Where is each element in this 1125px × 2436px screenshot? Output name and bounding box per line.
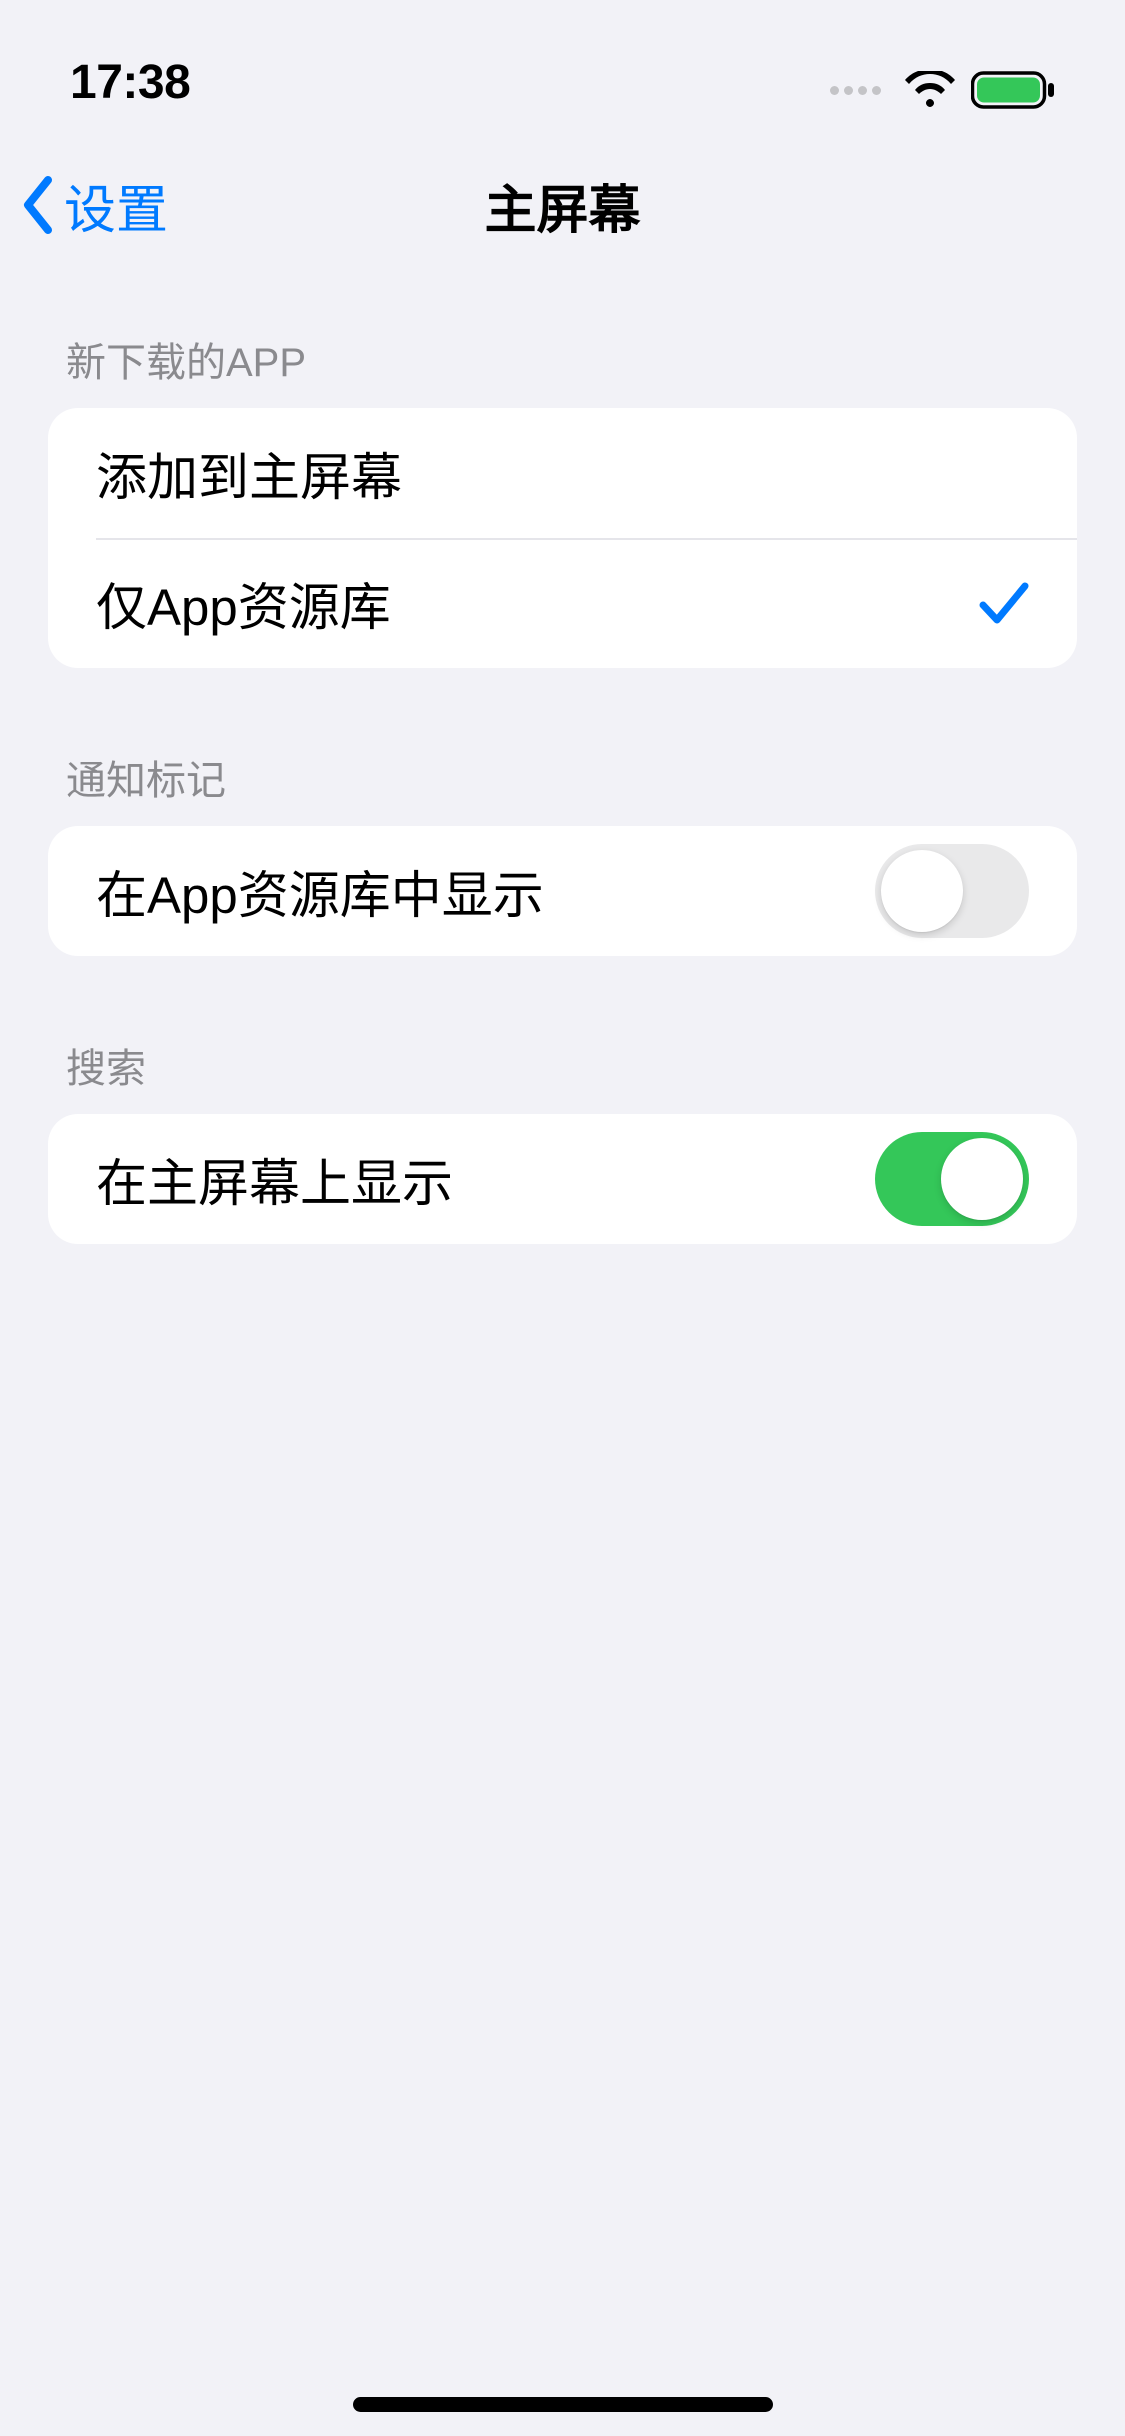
group-search: 在主屏幕上显示: [48, 1114, 1077, 1244]
option-app-library-only[interactable]: 仅App资源库: [48, 538, 1077, 668]
back-label: 设置: [64, 168, 168, 243]
back-button[interactable]: 设置: [18, 168, 168, 243]
chevron-left-icon: [18, 175, 58, 235]
wifi-icon: [905, 71, 955, 109]
row-label: 在App资源库中显示: [96, 854, 544, 928]
toggle-show-on-home-screen[interactable]: [875, 1132, 1029, 1226]
group-badges: 在App资源库中显示: [48, 826, 1077, 956]
nav-bar: 设置 主屏幕: [0, 140, 1125, 270]
toggle-knob: [941, 1138, 1023, 1220]
page-title: 主屏幕: [0, 168, 1125, 243]
row-show-in-app-library: 在App资源库中显示: [48, 826, 1077, 956]
group-new-apps: 添加到主屏幕 仅App资源库: [48, 408, 1077, 668]
status-right: [830, 70, 1055, 110]
row-label: 仅App资源库: [96, 566, 391, 640]
row-show-on-home-screen: 在主屏幕上显示: [48, 1114, 1077, 1244]
battery-icon: [971, 70, 1055, 110]
checkmark-icon: [979, 580, 1029, 626]
section-header-badges: 通知标记: [48, 668, 1077, 826]
toggle-knob: [881, 850, 963, 932]
signal-dots-icon: [830, 86, 881, 95]
status-time: 17:38: [70, 55, 190, 110]
option-add-to-home-screen[interactable]: 添加到主屏幕: [48, 408, 1077, 538]
section-header-search: 搜索: [48, 956, 1077, 1114]
status-bar: 17:38: [0, 0, 1125, 140]
toggle-show-in-app-library[interactable]: [875, 844, 1029, 938]
section-header-new-apps: 新下载的APP: [48, 270, 1077, 408]
row-label: 添加到主屏幕: [96, 436, 402, 510]
row-label: 在主屏幕上显示: [96, 1142, 453, 1216]
home-indicator[interactable]: [353, 2397, 773, 2412]
content: 新下载的APP 添加到主屏幕 仅App资源库 通知标记 在App资源库中显示 搜…: [0, 270, 1125, 1244]
